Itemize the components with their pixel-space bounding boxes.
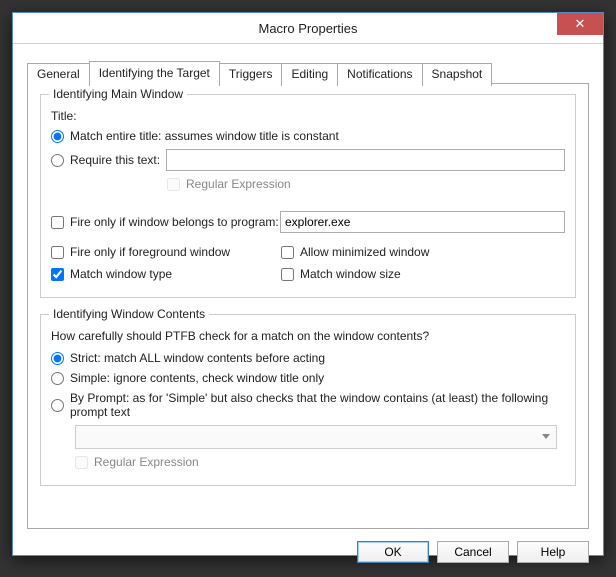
- tab-identifying-target[interactable]: Identifying the Target: [89, 61, 220, 84]
- input-program[interactable]: [280, 211, 565, 233]
- legend-main-window: Identifying Main Window: [49, 87, 187, 101]
- checkbox-title-regex: [167, 178, 180, 191]
- label-prompt-regex: Regular Expression: [94, 455, 199, 469]
- tab-snapshot[interactable]: Snapshot: [422, 63, 493, 86]
- label-fire-program: Fire only if window belongs to program:: [70, 215, 280, 229]
- checkbox-allow-minimized[interactable]: [281, 246, 294, 259]
- fieldset-window-contents: Identifying Window Contents How carefull…: [40, 314, 576, 486]
- dialog-content: General Identifying the Target Triggers …: [13, 44, 603, 577]
- label-title-regex: Regular Expression: [186, 177, 291, 191]
- select-prompt-text[interactable]: [75, 425, 557, 449]
- checkbox-prompt-regex: [75, 456, 88, 469]
- label-allow-minimized: Allow minimized window: [300, 245, 429, 259]
- checkbox-match-window-size[interactable]: [281, 268, 294, 281]
- label-require-text: Require this text:: [70, 153, 162, 167]
- radio-simple[interactable]: [51, 372, 64, 385]
- ok-button[interactable]: OK: [357, 541, 429, 563]
- window-title: Macro Properties: [259, 21, 358, 36]
- close-icon: ✕: [575, 16, 586, 32]
- fieldset-main-window: Identifying Main Window Title: Match ent…: [40, 94, 576, 298]
- label-by-prompt: By Prompt: as for 'Simple' but also chec…: [70, 391, 565, 419]
- tab-panel: Identifying Main Window Title: Match ent…: [27, 83, 589, 529]
- tab-editing[interactable]: Editing: [281, 63, 338, 86]
- cancel-button[interactable]: Cancel: [437, 541, 509, 563]
- label-strict: Strict: match ALL window contents before…: [70, 351, 325, 365]
- label-contents-question: How carefully should PTFB check for a ma…: [51, 329, 565, 343]
- help-button[interactable]: Help: [517, 541, 589, 563]
- radio-require-text[interactable]: [51, 154, 64, 167]
- radio-match-entire-title[interactable]: [51, 130, 64, 143]
- radio-by-prompt[interactable]: [51, 399, 64, 412]
- checkbox-fire-foreground[interactable]: [51, 246, 64, 259]
- label-match-window-size: Match window size: [300, 267, 401, 281]
- close-button[interactable]: ✕: [557, 13, 603, 35]
- tab-triggers[interactable]: Triggers: [219, 63, 283, 86]
- tab-general[interactable]: General: [27, 63, 90, 86]
- radio-strict[interactable]: [51, 352, 64, 365]
- button-bar: OK Cancel Help: [27, 541, 589, 563]
- label-simple: Simple: ignore contents, check window ti…: [70, 371, 324, 385]
- checkbox-fire-program[interactable]: [51, 216, 64, 229]
- label-match-window-type: Match window type: [70, 267, 172, 281]
- checkbox-match-window-type[interactable]: [51, 268, 64, 281]
- label-fire-foreground: Fire only if foreground window: [70, 245, 230, 259]
- legend-window-contents: Identifying Window Contents: [49, 307, 209, 321]
- input-require-text[interactable]: [166, 149, 565, 171]
- label-match-entire-title: Match entire title: assumes window title…: [70, 129, 339, 143]
- titlebar: Macro Properties ✕: [13, 13, 603, 44]
- tab-strip: General Identifying the Target Triggers …: [27, 61, 589, 84]
- tab-notifications[interactable]: Notifications: [337, 63, 422, 86]
- dialog-window: Macro Properties ✕ General Identifying t…: [12, 12, 604, 556]
- label-title: Title:: [51, 109, 77, 123]
